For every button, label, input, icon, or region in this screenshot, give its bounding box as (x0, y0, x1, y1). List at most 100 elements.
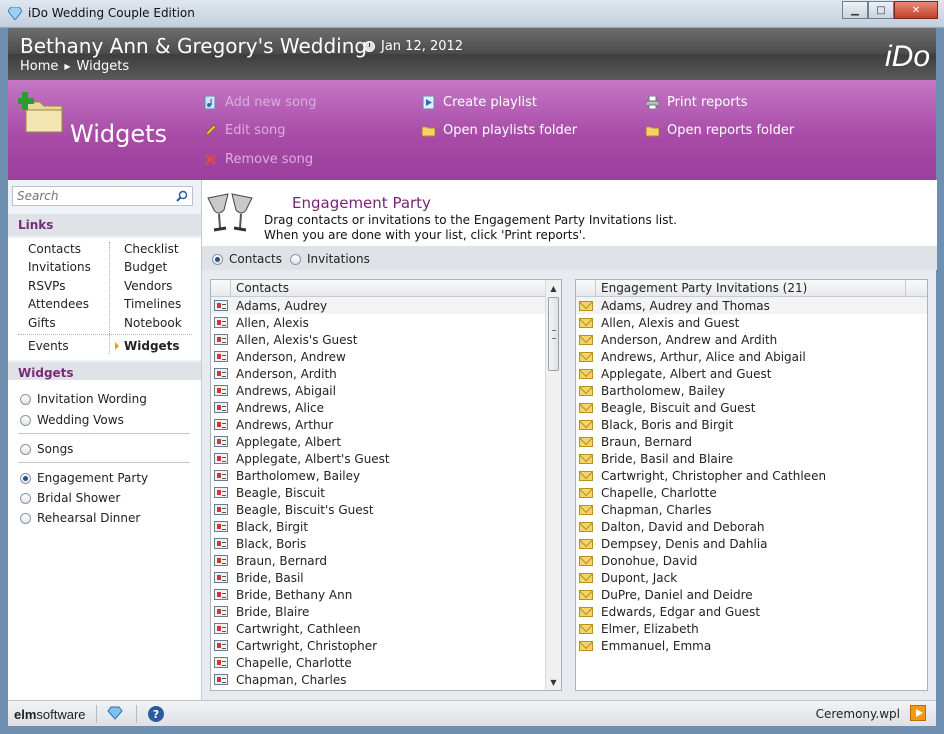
list-item[interactable]: Allen, Alexis and Guest (576, 314, 927, 331)
widget-bridal-shower[interactable]: Bridal Shower (20, 491, 120, 505)
list-item[interactable]: Applegate, Albert (211, 433, 561, 450)
contacts-list[interactable]: Contacts Adams, Audrey Allen, Alexis Allen… (210, 279, 562, 691)
edit-song-button[interactable]: Edit song (204, 123, 286, 138)
list-item[interactable]: Bride, Basil (211, 569, 561, 586)
list-item[interactable]: Chapelle, Charlotte (211, 654, 561, 671)
list-item[interactable]: Donohue, David (576, 552, 927, 569)
list-item[interactable]: Dupont, Jack (576, 569, 927, 586)
widget-wedding-vows[interactable]: Wedding Vows (20, 413, 124, 427)
list-item[interactable]: Andrews, Arthur, Alice and Abigail (576, 348, 927, 365)
link-rsvps[interactable]: RSVPs (28, 279, 65, 293)
radio-button[interactable] (20, 414, 31, 426)
window-titlebar[interactable]: iDo Wedding Couple Edition ▁ □ ✕ (0, 0, 944, 28)
icon-column-header[interactable] (576, 280, 596, 296)
filter-invitations[interactable]: Invitations (290, 252, 370, 266)
list-item[interactable]: Adams, Audrey and Thomas (576, 297, 927, 314)
diamond-icon[interactable] (107, 706, 123, 720)
radio-button[interactable] (20, 512, 31, 524)
list-item[interactable]: Beagle, Biscuit and Guest (576, 399, 927, 416)
scroll-down-arrow-icon[interactable]: ▼ (546, 674, 561, 690)
list-item[interactable]: Bartholomew, Bailey (576, 382, 927, 399)
list-item[interactable]: Andrews, Alice (211, 399, 561, 416)
search-box[interactable] (12, 186, 193, 206)
create-playlist-button[interactable]: Create playlist (422, 95, 537, 110)
icon-column-header[interactable] (211, 280, 231, 296)
list-item[interactable]: Anderson, Andrew and Ardith (576, 331, 927, 348)
radio-button[interactable] (20, 393, 31, 405)
scroll-up-arrow-icon[interactable]: ▲ (546, 280, 561, 296)
remove-song-button[interactable]: Remove song (204, 152, 313, 167)
list-item[interactable]: Cartwright, Cathleen (211, 620, 561, 637)
link-widgets[interactable]: Widgets (124, 339, 180, 353)
radio-button[interactable] (20, 492, 31, 504)
list-item[interactable]: Bride, Basil and Blaire (576, 450, 927, 467)
widget-invitation-wording[interactable]: Invitation Wording (20, 392, 147, 406)
list-item[interactable]: Beagle, Biscuit's Guest (211, 501, 561, 518)
widget-rehearsal-dinner[interactable]: Rehearsal Dinner (20, 511, 140, 525)
radio-button[interactable] (20, 443, 31, 455)
contacts-scrollbar[interactable]: ▲ ▼ (545, 280, 561, 690)
list-item[interactable]: Bride, Blaire (211, 603, 561, 620)
link-attendees[interactable]: Attendees (28, 297, 89, 311)
list-item[interactable]: Emmanuel, Emma (576, 637, 927, 654)
list-item[interactable]: Braun, Bernard (211, 552, 561, 569)
list-item[interactable]: Anderson, Andrew (211, 348, 561, 365)
open-playlists-folder-button[interactable]: Open playlists folder (422, 123, 577, 138)
filter-contacts[interactable]: Contacts (212, 252, 282, 266)
list-item[interactable]: Bride, Bethany Ann (211, 586, 561, 603)
list-item[interactable]: Dalton, David and Deborah (576, 518, 927, 535)
list-item[interactable]: Allen, Alexis (211, 314, 561, 331)
list-item[interactable]: Andrews, Abigail (211, 382, 561, 399)
open-reports-folder-button[interactable]: Open reports folder (646, 123, 794, 138)
list-item[interactable]: Elmer, Elizabeth (576, 620, 927, 637)
list-item[interactable]: Dempsey, Denis and Dahlia (576, 535, 927, 552)
radio-button-selected[interactable] (20, 472, 31, 484)
list-item[interactable]: Allen, Alexis's Guest (211, 331, 561, 348)
list-item[interactable]: Beagle, Biscuit (211, 484, 561, 501)
list-item[interactable]: Applegate, Albert and Guest (576, 365, 927, 382)
maximize-button[interactable]: □ (868, 1, 894, 19)
list-item[interactable]: Chapman, Charles (211, 671, 561, 688)
link-contacts[interactable]: Contacts (28, 242, 81, 256)
link-timelines[interactable]: Timelines (124, 297, 181, 311)
breadcrumb-home[interactable]: Home (20, 59, 58, 74)
print-reports-button[interactable]: Print reports (646, 95, 748, 110)
add-song-button[interactable]: Add new song (204, 95, 317, 110)
list-item[interactable]: Bartholomew, Bailey (211, 467, 561, 484)
link-invitations[interactable]: Invitations (28, 260, 91, 274)
link-notebook[interactable]: Notebook (124, 316, 182, 330)
help-icon[interactable]: ? (148, 706, 164, 722)
close-button[interactable]: ✕ (894, 1, 938, 19)
list-item[interactable]: Anderson, Ardith (211, 365, 561, 382)
list-item[interactable]: DuPre, Daniel and Deidre (576, 586, 927, 603)
search-icon[interactable] (176, 190, 188, 202)
list-item[interactable]: Adams, Audrey (211, 297, 561, 314)
invitations-column-header[interactable]: Engagement Party Invitations (21) (596, 280, 906, 296)
list-item[interactable]: Black, Birgit (211, 518, 561, 535)
link-gifts[interactable]: Gifts (28, 316, 56, 330)
radio-button[interactable] (290, 253, 301, 265)
scroll-thumb[interactable] (548, 297, 559, 371)
link-budget[interactable]: Budget (124, 260, 167, 274)
link-vendors[interactable]: Vendors (124, 279, 172, 293)
search-input[interactable] (13, 187, 163, 205)
breadcrumb-widgets[interactable]: Widgets (77, 59, 130, 74)
invitations-list[interactable]: Engagement Party Invitations (21) Adams,… (575, 279, 928, 691)
list-item[interactable]: Black, Boris (211, 535, 561, 552)
widget-songs[interactable]: Songs (20, 442, 73, 456)
link-checklist[interactable]: Checklist (124, 242, 179, 256)
list-item[interactable]: Black, Boris and Birgit (576, 416, 927, 433)
list-item[interactable]: Cartwright, Christopher (211, 637, 561, 654)
play-icon[interactable] (910, 705, 926, 721)
list-item[interactable]: Applegate, Albert's Guest (211, 450, 561, 467)
link-events[interactable]: Events (28, 339, 69, 353)
list-item[interactable]: Cartwright, Christopher and Cathleen (576, 467, 927, 484)
minimize-button[interactable]: ▁ (842, 1, 868, 19)
contacts-column-header[interactable]: Contacts (231, 280, 547, 296)
radio-button-selected[interactable] (212, 253, 223, 265)
list-item[interactable]: Braun, Bernard (576, 433, 927, 450)
list-item[interactable]: Chapelle, Charlotte (576, 484, 927, 501)
widget-engagement-party[interactable]: Engagement Party (20, 471, 148, 485)
list-item[interactable]: Andrews, Arthur (211, 416, 561, 433)
list-item[interactable]: Edwards, Edgar and Guest (576, 603, 927, 620)
